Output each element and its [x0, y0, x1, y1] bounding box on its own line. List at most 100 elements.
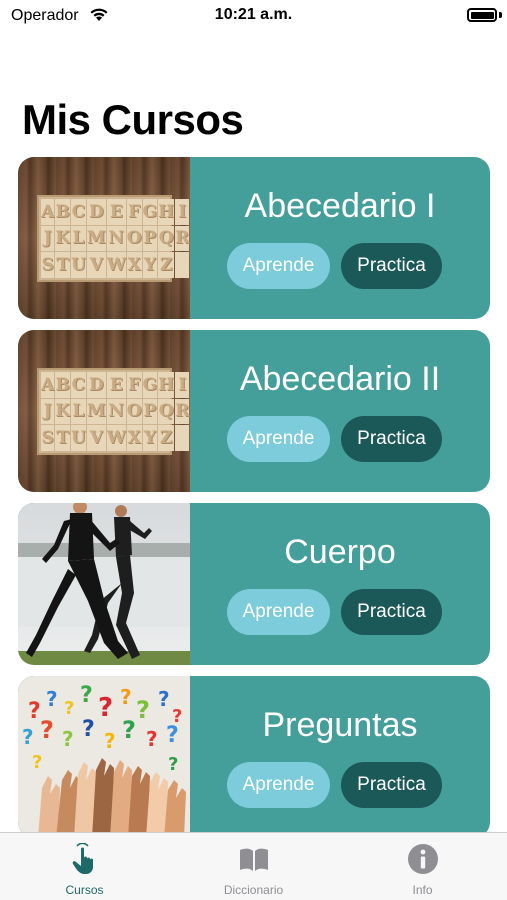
svg-text:?: ? [104, 729, 116, 753]
course-card-abecedario-2[interactable]: ABCDEFGHI JKLMNOPQR STUVWXYZ Abecedario II… [18, 330, 490, 492]
svg-text:?: ? [146, 727, 158, 751]
letter-tile: D [86, 372, 106, 398]
tab-label: Diccionario [223, 883, 284, 897]
letter-tile: F [126, 372, 142, 398]
course-title: Preguntas [262, 706, 418, 744]
letter-tile: A [41, 199, 55, 225]
tap-hand-icon [72, 843, 93, 874]
runners-image [18, 503, 190, 665]
letter-tile: N [106, 398, 126, 425]
letter-tile: E [106, 199, 126, 225]
practice-button[interactable]: Practica [341, 589, 442, 635]
letter-tile: X [126, 252, 142, 278]
letter-tile: G [142, 372, 158, 398]
letter-tile: H [158, 199, 175, 225]
svg-text:?: ? [168, 754, 178, 775]
svg-text:?: ? [82, 717, 95, 742]
learn-button[interactable]: Aprende [227, 762, 330, 808]
letter-tile: N [106, 225, 126, 252]
practice-button[interactable]: Practica [341, 416, 442, 462]
question-marks-hands-image: ? ? ? ? ? ? ? ? ? ? ? ? ? ? ? ? ? ? ? [18, 676, 190, 832]
learn-button[interactable]: Aprende [227, 416, 330, 462]
letter-tile: J [41, 225, 55, 252]
letter-tile: E [106, 372, 126, 398]
course-card-cuerpo[interactable]: Cuerpo Aprende Practica [18, 503, 490, 665]
letter-tile: D [86, 199, 106, 225]
tab-label: Info [412, 883, 433, 897]
svg-text:?: ? [120, 685, 132, 709]
letter-tile: C [70, 372, 86, 398]
letter-tile: J [41, 398, 55, 425]
letter-tile: R [175, 398, 190, 425]
course-card-abecedario-1[interactable]: ABCDEFGHIJKLMNOPQRSTUVWXYZ Abecedario I … [18, 157, 490, 319]
svg-text:?: ? [166, 723, 179, 748]
letter-tile: M [86, 225, 106, 252]
letter-tile: K [55, 225, 70, 252]
letter-tile: B [55, 372, 70, 398]
battery-icon [467, 8, 497, 22]
letter-tile: L [70, 225, 86, 252]
alphabet-blocks-image: ABCDEFGHI JKLMNOPQR STUVWXYZ [18, 330, 190, 492]
practice-button[interactable]: Practica [341, 762, 442, 808]
letter-tile: Q [158, 225, 175, 252]
svg-text:?: ? [64, 698, 74, 719]
letter-tile [175, 252, 190, 278]
tab-cursos[interactable]: Cursos [0, 833, 169, 900]
letter-tile: Y [142, 252, 158, 278]
learn-button[interactable]: Aprende [227, 243, 330, 289]
tab-diccionario[interactable]: Diccionario [169, 833, 338, 900]
svg-text:?: ? [136, 696, 150, 724]
course-title: Cuerpo [284, 533, 396, 571]
letter-tile: G [142, 199, 158, 225]
course-title: Abecedario I [244, 187, 436, 225]
letter-tile: H [158, 372, 175, 398]
letter-tile: U [70, 425, 86, 451]
letter-tile [175, 425, 190, 451]
info-icon [407, 844, 438, 874]
letter-tile: I [175, 372, 190, 398]
letter-tile: V [86, 252, 106, 278]
letter-tile: P [142, 398, 158, 425]
letter-tile: I [175, 199, 190, 225]
letter-tile: W [106, 252, 126, 278]
letter-tile: T [55, 252, 70, 278]
svg-text:?: ? [46, 687, 58, 711]
clock: 10:21 a.m. [214, 6, 293, 23]
letter-tile: C [70, 199, 86, 225]
svg-text:?: ? [98, 693, 113, 723]
page-title: Mis Cursos [22, 96, 244, 143]
tab-label: Cursos [65, 883, 104, 897]
letter-tile: T [55, 425, 70, 451]
letter-tile: W [106, 425, 126, 451]
letter-tile: S [41, 425, 55, 451]
course-list[interactable]: ABCDEFGHIJKLMNOPQRSTUVWXYZ Abecedario I … [18, 157, 490, 832]
letter-tile: A [41, 372, 55, 398]
letter-tile: Q [158, 398, 175, 425]
learn-button[interactable]: Aprende [227, 589, 330, 635]
letter-tile: U [70, 252, 86, 278]
svg-text:?: ? [158, 687, 170, 711]
book-icon [239, 848, 268, 871]
status-bar: Operador 10:21 a.m. [0, 0, 507, 32]
letter-tile: K [55, 398, 70, 425]
letter-tile: Z [158, 252, 175, 278]
letter-tile: S [41, 252, 55, 278]
svg-text:?: ? [62, 727, 74, 751]
letter-tile: O [126, 225, 142, 252]
letter-tile: P [142, 225, 158, 252]
letter-tile: Y [142, 425, 158, 451]
letter-tile: Z [158, 425, 175, 451]
letter-tile: M [86, 398, 106, 425]
letter-tile: R [175, 225, 190, 252]
course-card-preguntas[interactable]: ? ? ? ? ? ? ? ? ? ? ? ? ? ? ? ? ? ? ? Pr… [18, 676, 490, 832]
tab-info[interactable]: Info [338, 833, 507, 900]
practice-button[interactable]: Practica [341, 243, 442, 289]
tab-bar: Cursos Diccionario Info [0, 832, 507, 900]
svg-text:?: ? [32, 752, 42, 773]
letter-tile: V [86, 425, 106, 451]
battery-tip [499, 12, 502, 18]
svg-text:?: ? [40, 716, 54, 744]
letter-tile: X [126, 425, 142, 451]
letter-tile: O [126, 398, 142, 425]
svg-text:?: ? [122, 716, 136, 744]
